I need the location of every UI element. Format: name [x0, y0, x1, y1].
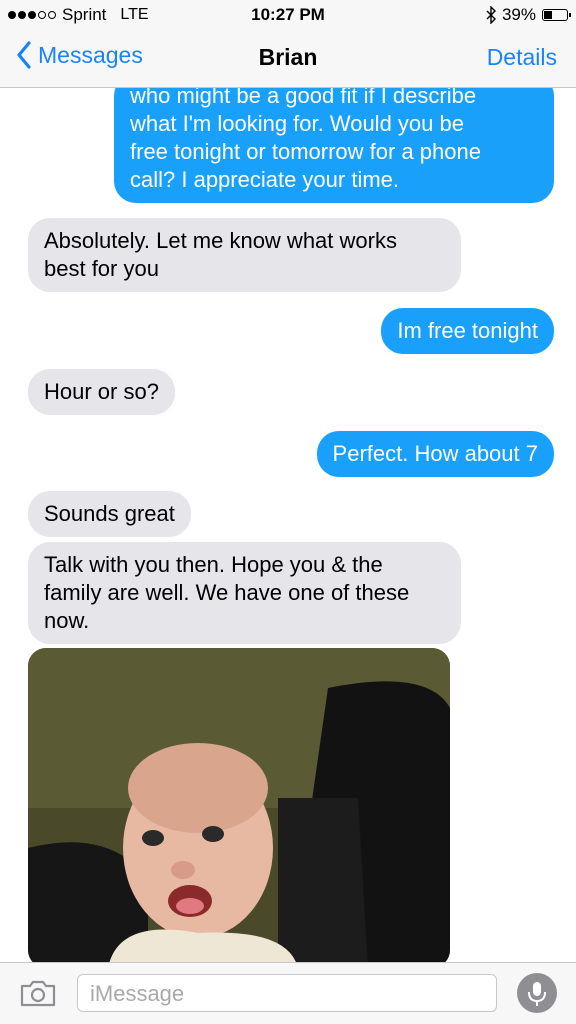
- message-line: call? I appreciate your time.: [130, 167, 400, 192]
- navigation-bar: Messages Brian Details: [0, 30, 576, 88]
- microphone-button[interactable]: [517, 973, 557, 1013]
- conversation-area[interactable]: who might be a good fit if I describe wh…: [0, 88, 576, 962]
- compose-bar: iMessage: [0, 962, 576, 1024]
- message-bubble-sent: Perfect. How about 7: [316, 431, 554, 477]
- message-line: Sounds great: [44, 501, 175, 526]
- message-bubble-sent: Im free tonight: [381, 308, 554, 354]
- message-line: now.: [44, 608, 90, 633]
- message-line: best for you: [44, 256, 159, 281]
- message-line: Perfect. How about 7: [332, 441, 538, 466]
- bluetooth-icon: [486, 6, 496, 24]
- message-bubble-sent: who might be a good fit if I describe wh…: [114, 88, 554, 203]
- status-bar: Sprint LTE 10:27 PM 39%: [0, 0, 576, 30]
- baby-photo-image: [28, 648, 450, 962]
- message-line: who might be a good fit if I describe: [130, 88, 477, 108]
- battery-icon: [542, 9, 571, 21]
- message-bubble-received: Absolutely. Let me know what works best …: [28, 218, 461, 292]
- message-line: free tonight or tomorrow for a phone: [130, 139, 481, 164]
- message-bubble-received: Hour or so?: [28, 369, 175, 415]
- status-right: 39%: [486, 5, 571, 25]
- microphone-icon: [528, 982, 546, 1006]
- message-bubble-received: Talk with you then. Hope you & the famil…: [28, 542, 461, 644]
- camera-icon[interactable]: [20, 979, 56, 1007]
- message-line: Im free tonight: [397, 318, 538, 343]
- message-input[interactable]: iMessage: [77, 974, 497, 1012]
- battery-percent: 39%: [501, 5, 536, 24]
- message-bubble-received: Sounds great: [28, 491, 191, 537]
- message-line: what I'm looking for. Would you be: [130, 111, 464, 136]
- message-line: family are well. We have one of these: [44, 580, 410, 605]
- photo-attachment[interactable]: [28, 648, 450, 962]
- message-line: Talk with you then. Hope you & the: [44, 552, 383, 577]
- message-line: Hour or so?: [44, 379, 159, 404]
- message-line: Absolutely. Let me know what works: [44, 228, 397, 253]
- details-button[interactable]: Details: [487, 44, 557, 71]
